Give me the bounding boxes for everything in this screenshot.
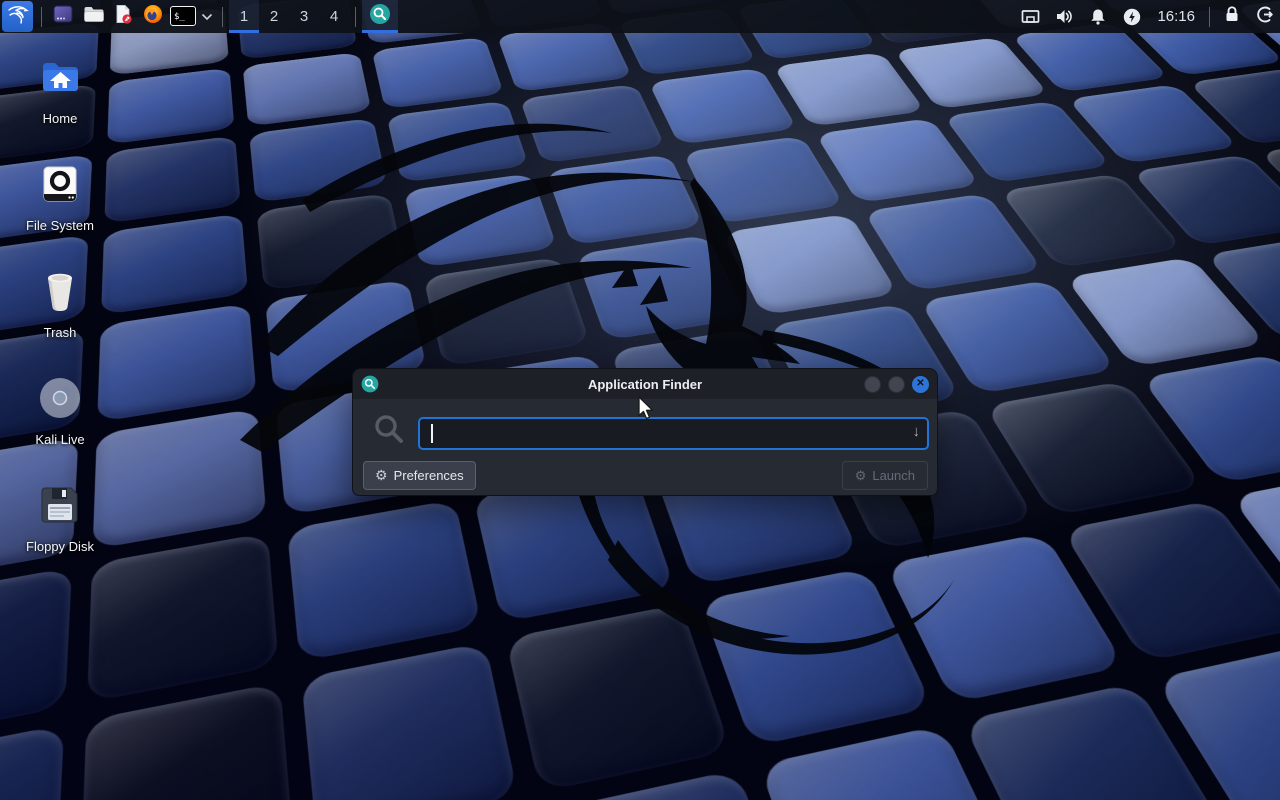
network-tray-icon[interactable]	[1013, 0, 1047, 33]
preferences-button[interactable]: ⚙ Preferences	[363, 461, 476, 490]
panel-separator	[355, 7, 356, 27]
launcher-file-manager[interactable]	[78, 0, 108, 33]
workspace-switcher: 1 2 3 4	[229, 0, 349, 33]
search-field-wrapper: ↓	[418, 417, 929, 450]
gear-icon: ⚙	[375, 467, 388, 484]
terminal-prompt-glyph: $_	[174, 12, 185, 22]
kali-dragon-icon	[6, 2, 30, 31]
minimize-button[interactable]	[864, 376, 881, 393]
applications-menu-button[interactable]	[2, 1, 33, 32]
finder-titlebar[interactable]: Application Finder ✕	[353, 369, 937, 399]
chevron-down-icon	[201, 8, 213, 26]
launcher-firefox[interactable]	[138, 0, 168, 33]
launcher-text-editor[interactable]	[108, 0, 138, 33]
lock-icon	[1222, 4, 1242, 29]
preferences-label: Preferences	[394, 468, 464, 483]
launcher-xfdashboard[interactable]	[48, 0, 78, 33]
workspace-number: 4	[330, 8, 338, 25]
launch-label: Launch	[872, 468, 915, 483]
finder-window-icon	[361, 375, 379, 393]
workspace-1[interactable]: 1	[229, 0, 259, 33]
document-edit-icon	[112, 3, 134, 30]
launcher-group: $_	[48, 0, 216, 33]
close-button[interactable]: ✕	[912, 376, 929, 393]
floppy-disk-icon	[37, 482, 83, 533]
desktop-icon-file-system[interactable]: File System	[0, 161, 120, 233]
workspace-number: 1	[240, 8, 248, 25]
panel-right-group: 16:16	[1013, 0, 1280, 33]
lock-screen-button[interactable]	[1216, 0, 1248, 33]
window-title: Application Finder	[353, 377, 937, 392]
panel-separator	[1209, 7, 1210, 27]
workspace-3[interactable]: 3	[289, 0, 319, 33]
optical-disc-icon	[37, 375, 83, 426]
home-folder-icon	[37, 54, 83, 105]
workspace-number: 2	[270, 8, 278, 25]
workspace-2[interactable]: 2	[259, 0, 289, 33]
desktop-icon-label: Home	[43, 111, 78, 126]
launch-button[interactable]: ⚙ Launch	[842, 461, 928, 490]
desktop-icon-label: Floppy Disk	[26, 539, 94, 554]
volume-tray-icon[interactable]	[1047, 0, 1081, 33]
notifications-bell-icon[interactable]	[1081, 0, 1115, 33]
logout-icon	[1254, 4, 1275, 30]
trash-can-icon	[37, 268, 83, 319]
taskbar-application-finder[interactable]	[362, 0, 398, 33]
terminal-dropdown-button[interactable]	[198, 0, 216, 33]
desktop-icon-label: Trash	[44, 325, 77, 340]
panel-separator	[41, 7, 42, 27]
top-panel: $_ 1 2 3 4	[0, 0, 1280, 33]
firefox-icon	[142, 3, 164, 30]
desktop-icon-floppy-disk[interactable]: Floppy Disk	[0, 482, 120, 554]
application-finder-window: Application Finder ✕ ↓ ⚙ Preferences ⚙ L…	[352, 368, 938, 496]
logout-button[interactable]	[1248, 0, 1280, 33]
finder-body: ↓ ⚙ Preferences ⚙ Launch	[353, 399, 937, 497]
workspace-number: 3	[300, 8, 308, 25]
dashboard-window-icon	[52, 3, 74, 30]
launcher-terminal[interactable]: $_	[168, 0, 198, 33]
power-manager-icon[interactable]	[1115, 0, 1149, 33]
search-icon	[371, 411, 407, 452]
maximize-button[interactable]	[888, 376, 905, 393]
folder-icon	[82, 3, 104, 30]
clock[interactable]: 16:16	[1149, 8, 1203, 25]
launch-gear-icon: ⚙	[855, 468, 867, 484]
search-input[interactable]	[418, 417, 929, 450]
workspace-4[interactable]: 4	[319, 0, 349, 33]
panel-separator	[222, 7, 223, 27]
window-controls: ✕	[864, 376, 929, 393]
hard-drive-icon	[37, 161, 83, 212]
desktop-icon-home[interactable]: Home	[0, 54, 120, 126]
terminal-icon: $_	[170, 6, 196, 26]
desktop-icon-label: File System	[26, 218, 94, 233]
desktop-icon-trash[interactable]: Trash	[0, 268, 120, 340]
desktop-icon-kali-live[interactable]: Kali Live	[0, 375, 120, 447]
desktop-icon-label: Kali Live	[35, 432, 84, 447]
app-finder-magnifier-icon	[369, 3, 391, 30]
